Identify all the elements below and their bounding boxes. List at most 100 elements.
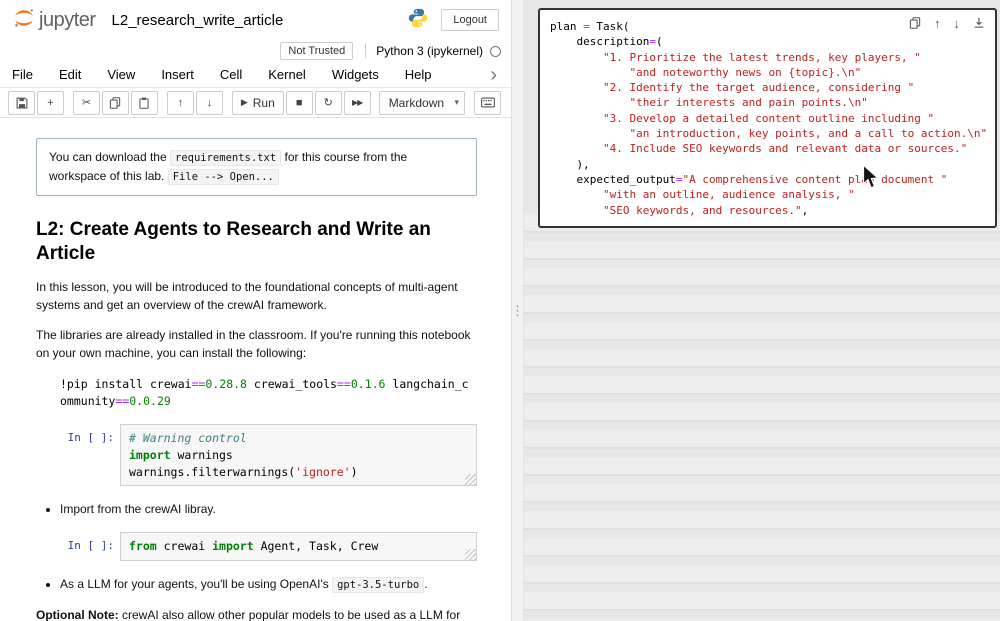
code-line: "an introduction, key points, and a call… xyxy=(550,126,989,141)
run-button[interactable]: ▶ Run xyxy=(232,91,284,115)
code-line: ommunity==0.0.29 xyxy=(60,393,477,410)
notebook-content: You can download the requirements.txt fo… xyxy=(0,118,511,621)
play-icon: ▶ xyxy=(241,97,248,108)
notebook-title[interactable]: L2_research_write_article xyxy=(112,12,284,29)
cell-prompt: In [ ]: xyxy=(36,532,120,552)
menu-file[interactable]: File xyxy=(12,67,33,82)
notebook-header: jupyter L2_research_write_article Logout xyxy=(0,0,511,40)
download-icon[interactable] xyxy=(973,17,985,31)
bullet-list: As a LLM for your agents, you'll be usin… xyxy=(42,575,477,594)
resize-handle[interactable] xyxy=(465,549,476,560)
menu-cell[interactable]: Cell xyxy=(220,67,242,82)
video-pane: ↑ ↓ plan = Task( description=( "1. Prior… xyxy=(524,0,1000,621)
menu-widgets[interactable]: Widgets xyxy=(332,67,379,82)
code-line: "and noteworthy news on {topic}.\n" xyxy=(550,65,989,80)
note-label: Optional Note: xyxy=(36,608,119,621)
cell-input[interactable]: # Warning controlimport warningswarnings… xyxy=(120,424,477,486)
restart-run-all-button[interactable]: ▶▶ xyxy=(344,91,371,115)
copy-icon[interactable] xyxy=(909,17,921,31)
arrow-up-icon[interactable]: ↑ xyxy=(934,18,941,30)
code-line: from crewai import Agent, Task, Crew xyxy=(129,538,468,555)
copy-cell-button[interactable] xyxy=(102,91,129,115)
code-line: import warnings xyxy=(129,447,468,464)
cut-cell-button[interactable]: ✂ xyxy=(73,91,100,115)
panel-toolbar: ↑ ↓ xyxy=(909,17,985,31)
inline-code-gpt: gpt-3.5-turbo xyxy=(332,577,424,593)
inline-code-requirements: requirements.txt xyxy=(170,150,281,166)
code-snippet: plan = Task( description=( "1. Prioritiz… xyxy=(550,19,989,218)
kernel-status-icon xyxy=(490,46,501,57)
arrow-down-icon[interactable]: ↓ xyxy=(954,18,961,30)
list-item-import-crewai: Import from the crewAI libray. xyxy=(60,500,477,518)
save-button[interactable] xyxy=(8,91,35,115)
jupyter-logo-icon xyxy=(12,6,36,35)
code-line: description=( xyxy=(550,34,989,49)
list-text: As a LLM for your agents, you'll be usin… xyxy=(60,577,332,591)
code-line: # Warning control xyxy=(129,430,468,447)
code-line: expected_output="A comprehensive content… xyxy=(550,172,989,187)
cell-prompt: In [ ]: xyxy=(36,424,120,444)
code-line: ), xyxy=(550,157,989,172)
interrupt-kernel-button[interactable]: ■ xyxy=(286,91,313,115)
run-label: Run xyxy=(253,96,275,110)
app-root: jupyter L2_research_write_article Logout… xyxy=(0,0,1000,621)
divider-handle-icon: ⋮ xyxy=(511,303,524,319)
cell-type-value: Markdown xyxy=(389,96,444,110)
code-snippet-panel: ↑ ↓ plan = Task( description=( "1. Prior… xyxy=(538,8,997,228)
optional-note: Optional Note: crewAI also allow other p… xyxy=(36,606,477,621)
code-line: !pip install crewai==0.28.8 crewai_tools… xyxy=(60,376,477,393)
mouse-cursor xyxy=(862,164,881,195)
jupyter-logo-text: jupyter xyxy=(39,9,96,32)
python-logo-icon xyxy=(407,7,429,34)
resize-handle[interactable] xyxy=(465,474,476,485)
lesson-heading: L2: Create Agents to Research and Write … xyxy=(36,218,477,266)
command-palette-button[interactable] xyxy=(474,91,501,115)
code-line: "2. Identify the target audience, consid… xyxy=(550,80,989,95)
menu-edit[interactable]: Edit xyxy=(59,67,81,82)
fast-forward-icon: ▶▶ xyxy=(352,98,362,107)
cell-code: # Warning controlimport warningswarnings… xyxy=(129,430,468,480)
add-cell-button[interactable]: + xyxy=(37,91,64,115)
intro-paragraph: In this lesson, you will be introduced t… xyxy=(36,278,477,314)
code-cell-warning-control[interactable]: In [ ]: # Warning controlimport warnings… xyxy=(36,424,477,486)
cell-code: from crewai import Agent, Task, Crew xyxy=(129,538,468,555)
menu-insert[interactable]: Insert xyxy=(161,67,194,82)
trust-status-badge[interactable]: Not Trusted xyxy=(280,42,353,60)
notebook-pane: jupyter L2_research_write_article Logout… xyxy=(0,0,512,621)
bullet-list: Import from the crewAI libray. xyxy=(42,500,477,518)
list-item-llm: As a LLM for your agents, you'll be usin… xyxy=(60,575,477,594)
menubar: File Edit View Insert Cell Kernel Widget… xyxy=(0,62,511,88)
code-line: "their interests and pain points.\n" xyxy=(550,95,989,110)
menu-help[interactable]: Help xyxy=(405,67,432,82)
paste-cell-button[interactable] xyxy=(131,91,158,115)
move-cell-down-button[interactable]: ↓ xyxy=(196,91,223,115)
install-paragraph: The libraries are already installed in t… xyxy=(36,326,477,362)
kernel-name: Python 3 (ipykernel) xyxy=(376,44,483,58)
menu-view[interactable]: View xyxy=(107,67,135,82)
status-row: Not Trusted Python 3 (ipykernel) xyxy=(0,40,511,62)
cell-type-select[interactable]: Markdown ▾ xyxy=(379,91,465,115)
pip-install-code: !pip install crewai==0.28.8 crewai_tools… xyxy=(60,376,477,411)
move-cell-up-button[interactable]: ↑ xyxy=(167,91,194,115)
logout-button[interactable]: Logout xyxy=(441,9,499,31)
list-text: . xyxy=(424,577,427,591)
chevron-right-icon[interactable]: › xyxy=(490,62,497,88)
cell-input[interactable]: from crewai import Agent, Task, Crew xyxy=(120,532,477,561)
notebook-toolbar: + ✂ ↑ ↓ ▶ Run ■ ↻ ▶▶ Markdown ▾ xyxy=(0,88,511,118)
inline-code-file-open: File --> Open... xyxy=(168,169,279,185)
jupyter-logo[interactable]: jupyter xyxy=(12,6,96,35)
code-line: "1. Prioritize the latest trends, key pl… xyxy=(550,50,989,65)
menu-kernel[interactable]: Kernel xyxy=(268,67,306,82)
info-text: You can download the xyxy=(49,150,170,164)
restart-kernel-button[interactable]: ↻ xyxy=(315,91,342,115)
code-line: warnings.filterwarnings('ignore') xyxy=(129,464,468,481)
code-line: "with an outline, audience analysis, " xyxy=(550,187,989,202)
code-line: "4. Include SEO keywords and relevant da… xyxy=(550,141,989,156)
code-cell-imports[interactable]: In [ ]: from crewai import Agent, Task, … xyxy=(36,532,477,561)
code-line: "3. Develop a detailed content outline i… xyxy=(550,111,989,126)
header-right: Logout xyxy=(407,7,499,34)
caret-down-icon: ▾ xyxy=(455,97,460,108)
pane-divider[interactable]: ⋮ xyxy=(512,0,524,621)
info-box: You can download the requirements.txt fo… xyxy=(36,138,477,196)
video-background xyxy=(524,214,1000,621)
